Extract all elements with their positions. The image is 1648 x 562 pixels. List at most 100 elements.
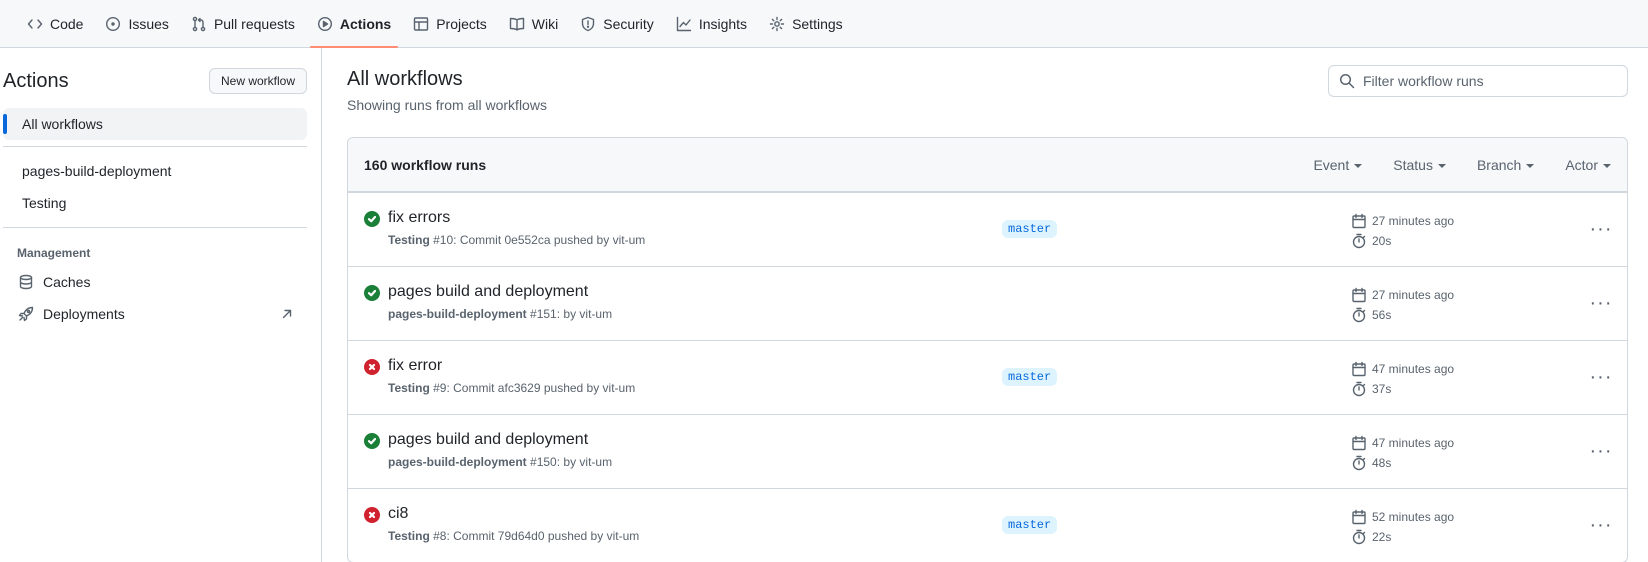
kebab-horizontal-icon: ··· [1589, 292, 1613, 314]
tab-insights[interactable]: Insights [665, 0, 758, 47]
run-time: 47 minutes ago [1372, 436, 1455, 450]
run-menu-button[interactable]: ··· [1589, 217, 1613, 241]
sidebar-item-caches[interactable]: Caches [3, 266, 307, 298]
run-timing: 47 minutes ago 48s [1351, 433, 1454, 473]
run-title[interactable]: fix error [388, 357, 975, 375]
event-filter-dropdown[interactable]: Event [1313, 157, 1363, 173]
filter-runs-input[interactable] [1363, 73, 1613, 89]
graph-icon [676, 16, 692, 31]
sidebar-item-deployments[interactable]: Deployments [3, 298, 307, 330]
repo-nav: Code Issues Pull requests Actions Projec… [0, 0, 1648, 48]
run-workflow-name: Testing [388, 381, 430, 395]
run-title[interactable]: ci8 [388, 505, 975, 523]
run-menu-button[interactable]: ··· [1589, 365, 1613, 389]
chevron-down-icon [1526, 163, 1535, 168]
run-meta: pages-build-deployment #151: by vit-um [388, 307, 975, 321]
tab-label: Security [603, 15, 654, 32]
run-workflow-name: Testing [388, 233, 430, 247]
run-timing: 47 minutes ago 37s [1351, 359, 1454, 399]
run-menu-button[interactable]: ··· [1589, 439, 1613, 463]
x-circle-icon [364, 507, 380, 523]
run-meta-text: #8: Commit 79d64d0 pushed by vit-um [433, 529, 640, 543]
page-title: All workflows [347, 68, 463, 90]
calendar-icon [1352, 361, 1366, 377]
run-meta: pages-build-deployment #150: by vit-um [388, 455, 975, 469]
tab-label: Pull requests [213, 15, 295, 32]
sidebar-item-pages-build-deployment[interactable]: pages-build-deployment [3, 155, 307, 187]
workflow-run-row[interactable]: fix error Testing #9: Commit afc3629 pus… [348, 340, 1627, 414]
run-menu-button[interactable]: ··· [1589, 291, 1613, 315]
chevron-down-icon [1603, 163, 1611, 168]
tab-code[interactable]: Code [16, 0, 94, 47]
search-icon [1339, 73, 1355, 89]
branch-label[interactable]: master [1002, 516, 1058, 534]
branch-label[interactable]: master [1002, 368, 1058, 386]
rocket-icon [18, 306, 34, 322]
sidebar-item-all-workflows[interactable]: All workflows [3, 108, 307, 140]
runs-header: 160 workflow runs Event Status Branch Ac… [348, 138, 1627, 192]
kebab-horizontal-icon: ··· [1589, 366, 1613, 388]
tab-settings[interactable]: Settings [758, 0, 854, 47]
tab-projects[interactable]: Projects [402, 0, 498, 47]
branch-filter-label: Branch [1476, 156, 1522, 173]
run-duration: 48s [1372, 456, 1392, 470]
workflows-main: All workflows Showing runs from all work… [322, 48, 1648, 562]
workflow-run-row[interactable]: ci8 Testing #8: Commit 79d64d0 pushed by… [348, 488, 1627, 562]
kebab-horizontal-icon: ··· [1589, 218, 1613, 240]
workflow-run-row[interactable]: pages build and deployment pages-build-d… [348, 266, 1627, 340]
actor-filter-dropdown[interactable]: Actor [1565, 157, 1611, 173]
run-time: 27 minutes ago [1372, 214, 1455, 228]
run-duration: 56s [1372, 308, 1392, 322]
filter-runs-field[interactable] [1328, 65, 1628, 97]
main-header: All workflows Showing runs from all work… [347, 65, 1628, 113]
new-workflow-button[interactable]: New workflow [208, 68, 307, 94]
status-filter-dropdown[interactable]: Status [1393, 157, 1446, 173]
run-timing: 27 minutes ago 56s [1351, 285, 1454, 325]
run-menu-button[interactable]: ··· [1589, 513, 1613, 537]
tab-actions[interactable]: Actions [306, 0, 402, 48]
table-icon [414, 16, 429, 31]
workflow-run-row[interactable]: fix errors Testing #10: Commit 0e552ca p… [348, 192, 1627, 266]
arrow-up-right-icon [282, 309, 292, 319]
management-heading: Management [17, 246, 91, 260]
tab-label: Wiki [531, 15, 559, 32]
stopwatch-icon [1352, 381, 1366, 397]
tab-label: Code [50, 15, 84, 32]
run-time: 52 minutes ago [1372, 510, 1455, 524]
run-info: fix error Testing #9: Commit afc3629 pus… [388, 357, 975, 395]
run-info: pages build and deployment pages-build-d… [388, 283, 975, 321]
chevron-down-icon [1354, 163, 1363, 168]
run-title[interactable]: pages build and deployment [388, 283, 975, 301]
book-icon [509, 17, 524, 31]
page-subtitle: Showing runs from all workflows [347, 97, 547, 113]
branch-filter-dropdown[interactable]: Branch [1476, 156, 1535, 173]
sidebar-item-label: Deployments [43, 306, 125, 322]
tab-label: Insights [698, 15, 748, 32]
run-meta: Testing #9: Commit afc3629 pushed by vit… [388, 381, 975, 395]
tab-pull-requests[interactable]: Pull requests [180, 0, 306, 47]
sidebar-item-testing[interactable]: Testing [3, 187, 307, 219]
run-time: 27 minutes ago [1372, 288, 1455, 302]
tab-label: Issues [128, 15, 169, 32]
run-count: 160 workflow runs [364, 156, 487, 173]
check-circle-icon [364, 433, 380, 449]
run-meta-text: #150: by vit-um [530, 455, 613, 469]
actions-sidebar: Actions New workflow All workflows pages… [0, 48, 322, 562]
x-circle-icon [364, 359, 380, 375]
run-info: pages build and deployment pages-build-d… [388, 431, 975, 469]
run-meta: Testing #10: Commit 0e552ca pushed by vi… [388, 233, 975, 247]
workflow-run-row[interactable]: pages build and deployment pages-build-d… [348, 414, 1627, 488]
sidebar-item-label: Testing [22, 195, 67, 211]
branch-label[interactable]: master [1002, 220, 1058, 238]
run-title[interactable]: fix errors [388, 209, 975, 227]
run-title[interactable]: pages build and deployment [388, 431, 975, 449]
calendar-icon [1352, 509, 1366, 525]
run-duration: 37s [1372, 382, 1392, 396]
run-filters: Event Status Branch Actor [1313, 157, 1611, 173]
calendar-icon [1352, 213, 1366, 229]
tab-issues[interactable]: Issues [94, 0, 179, 47]
tab-wiki[interactable]: Wiki [498, 0, 569, 47]
run-timing: 27 minutes ago 20s [1351, 211, 1454, 251]
tab-security[interactable]: Security [569, 0, 665, 47]
sidebar-item-label: All workflows [22, 116, 103, 132]
